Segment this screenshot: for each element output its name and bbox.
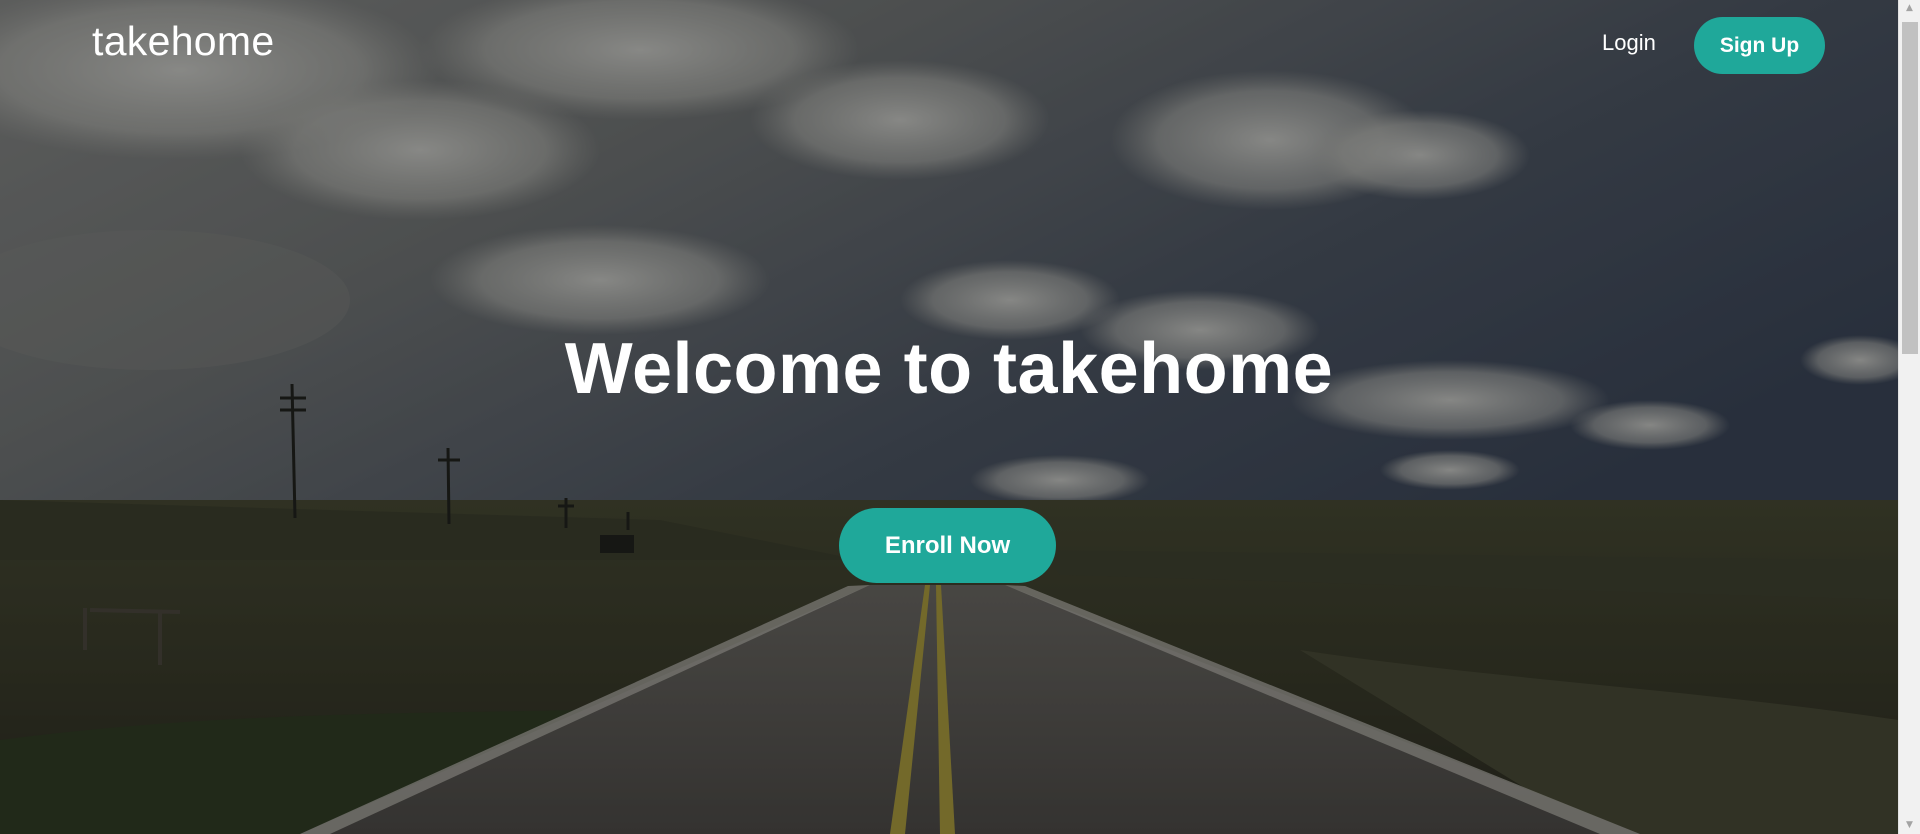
- hero-title: Welcome to takehome: [564, 329, 1334, 409]
- brand-logo[interactable]: takehome: [92, 18, 274, 65]
- landing-page: takehome Login Sign Up Welcome to takeho…: [0, 0, 1920, 834]
- scroll-up-arrow-icon[interactable]: ▲: [1899, 0, 1920, 17]
- hero-dark-overlay: [0, 0, 1898, 834]
- vertical-scrollbar[interactable]: ▲ ▼: [1898, 0, 1920, 834]
- scroll-down-arrow-icon[interactable]: ▼: [1899, 817, 1920, 834]
- signup-button[interactable]: Sign Up: [1694, 17, 1825, 74]
- login-link[interactable]: Login: [1602, 30, 1656, 56]
- enroll-now-button[interactable]: Enroll Now: [839, 508, 1056, 583]
- scrollbar-thumb[interactable]: [1902, 22, 1918, 354]
